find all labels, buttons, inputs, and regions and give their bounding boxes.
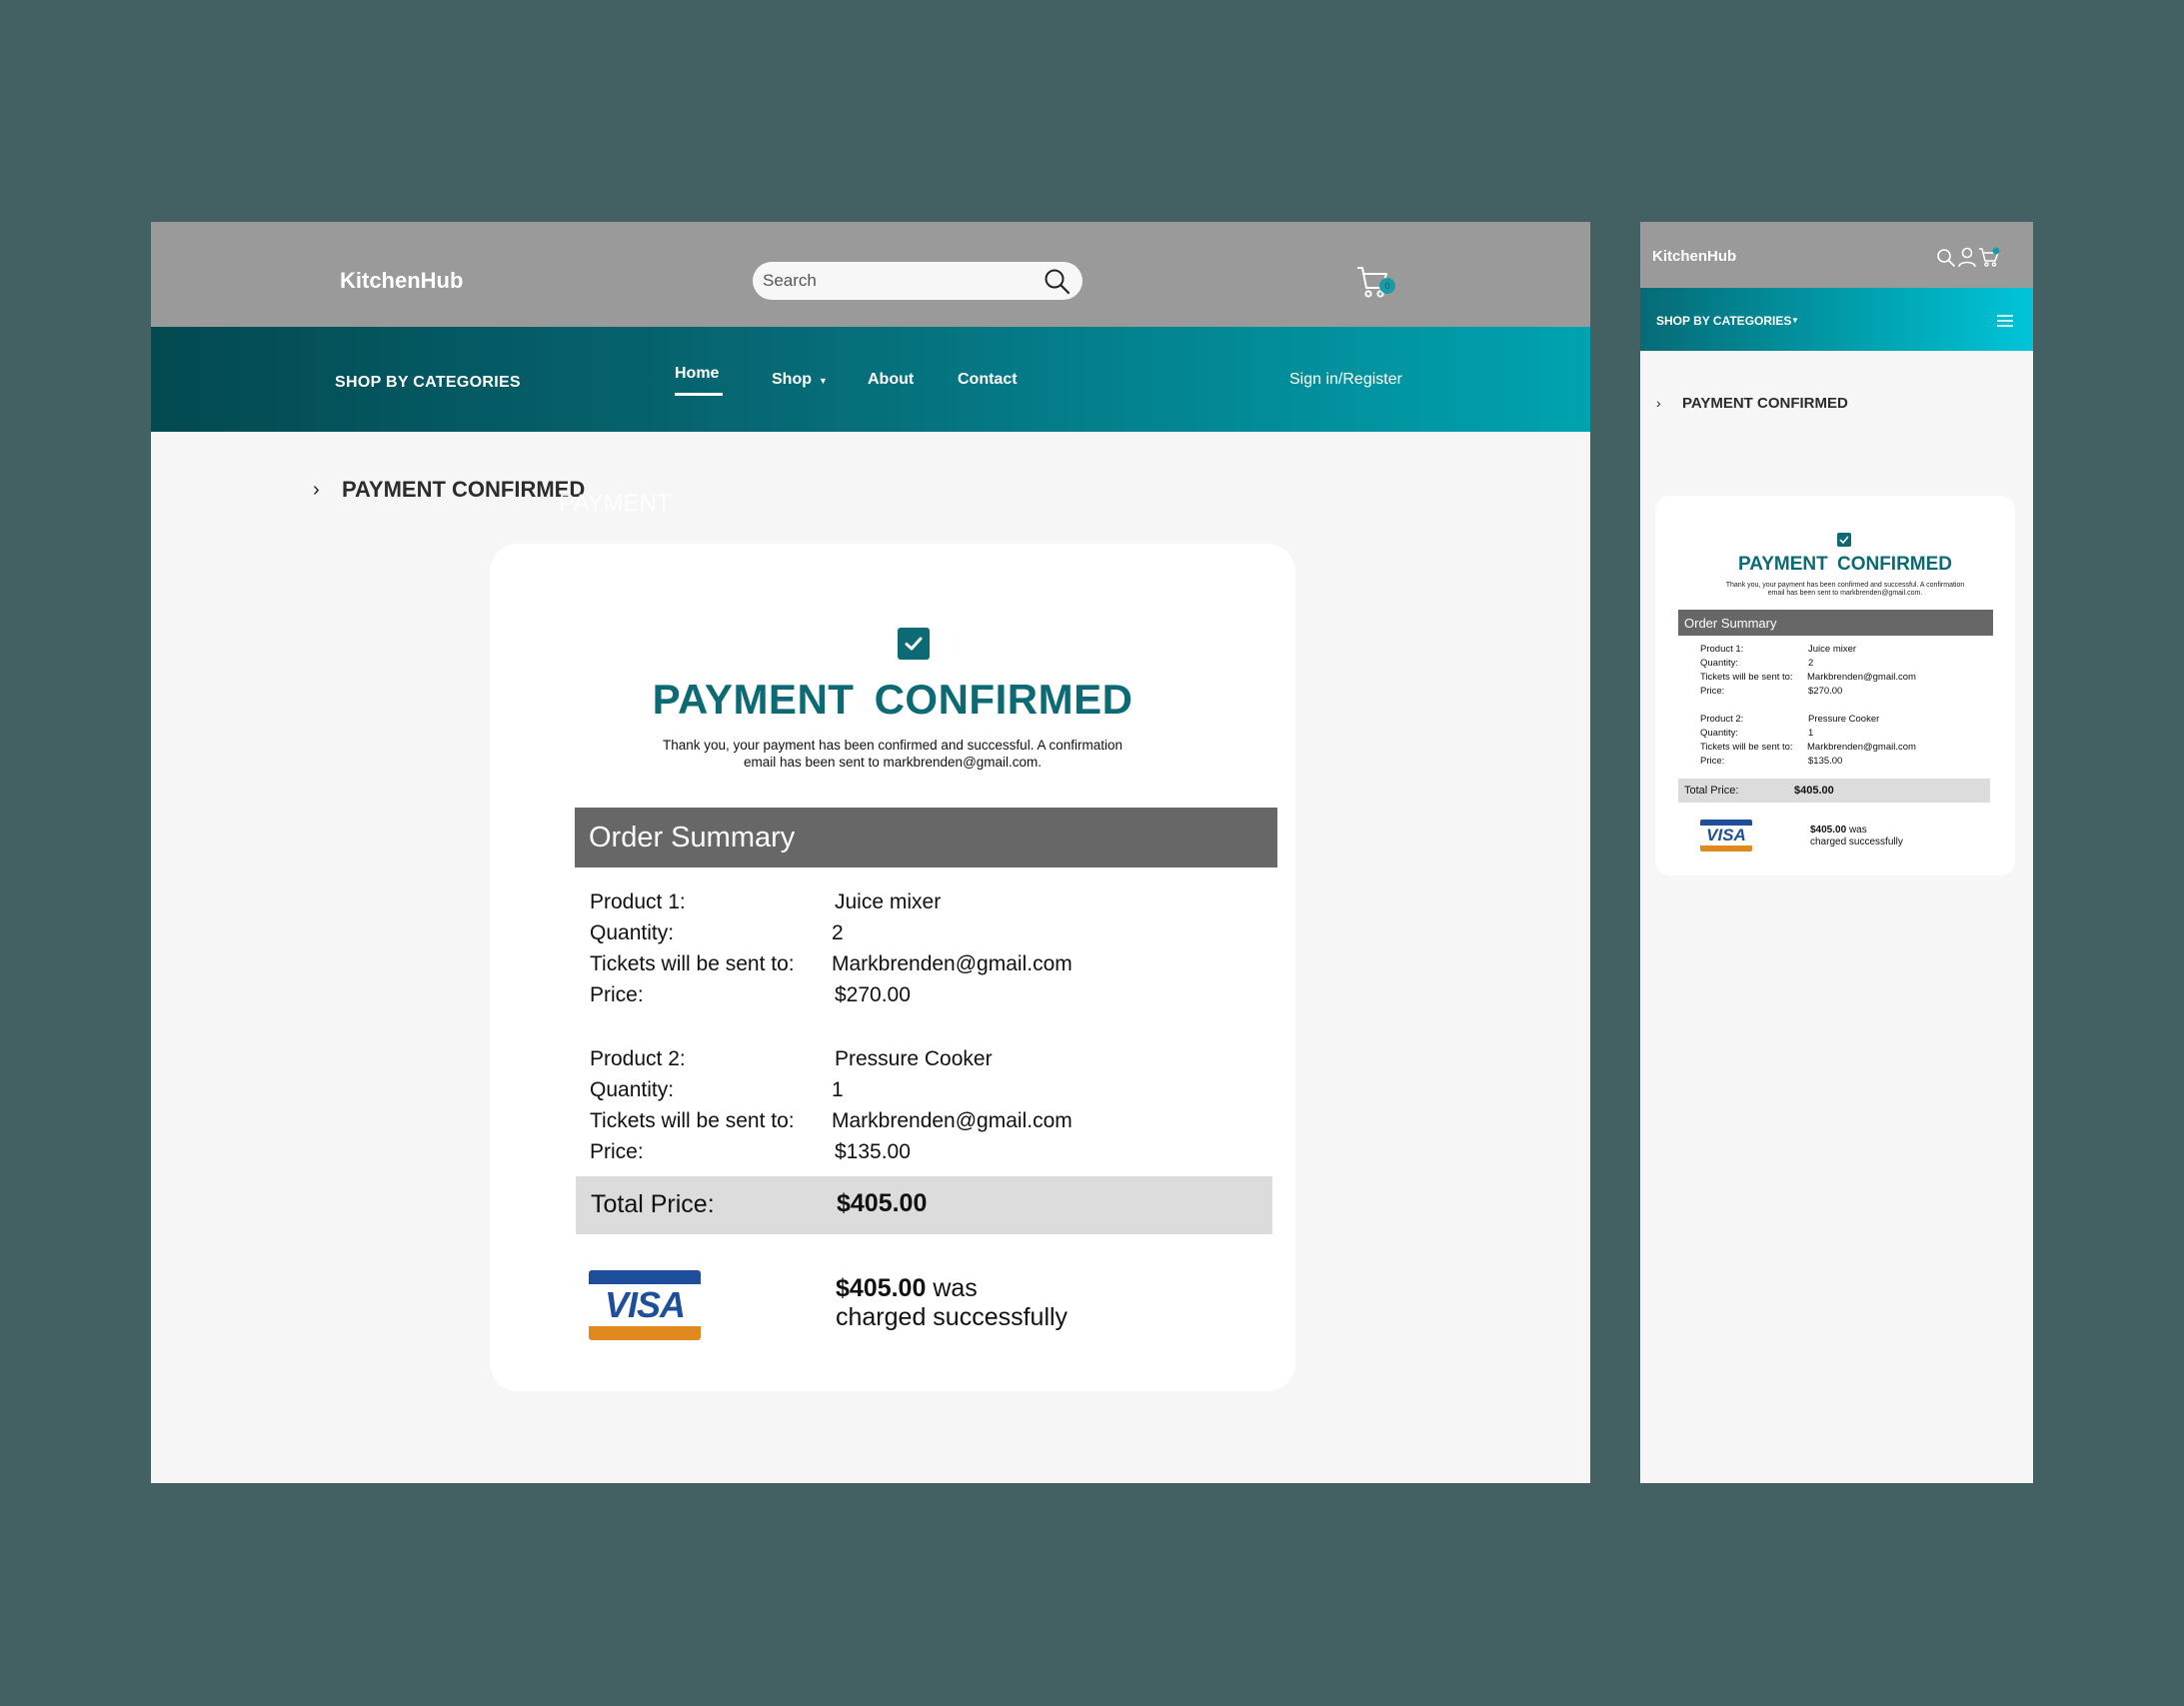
total-price-row: Total Price: $405.00 — [576, 1176, 1272, 1234]
tickets1-label: Tickets will be sent to: — [590, 952, 795, 975]
price2-label: Price: — [590, 1140, 644, 1163]
mobile-top-header: KitchenHub — [1640, 222, 2033, 288]
desktop-frame: KitchenHub 0 SHOP BY CATEGORIES Home Sho… — [151, 222, 1590, 1483]
search-icon[interactable] — [1043, 267, 1071, 295]
product1-label: Product 1: — [590, 890, 686, 913]
mobile-confirmation-message: Thank you, your payment has been confirm… — [1725, 582, 1965, 597]
mobile-order-summary-title: Order Summary — [1684, 616, 1777, 631]
caret-down-icon[interactable]: ▼ — [1791, 316, 1799, 325]
search-input[interactable] — [763, 262, 1023, 300]
m-product2-value: Pressure Cooker — [1808, 714, 1880, 725]
m-total-value: $405.00 — [1794, 785, 1834, 797]
shop-by-categories[interactable]: SHOP BY CATEGORIES — [335, 374, 521, 392]
check-icon — [1837, 533, 1851, 547]
price2-value: $135.00 — [835, 1140, 911, 1163]
cart-button[interactable]: 0 — [1355, 264, 1395, 302]
user-icon[interactable] — [1956, 246, 1978, 268]
quantity2-value: 1 — [832, 1078, 844, 1101]
product1-value: Juice mixer — [835, 890, 942, 913]
nav-home[interactable]: Home — [675, 365, 719, 383]
top-header: KitchenHub 0 — [151, 222, 1590, 327]
total-value: $405.00 — [837, 1189, 928, 1217]
m-tickets1-value: Markbrenden@gmail.com — [1807, 672, 1916, 683]
mobile-total-price-row: Total Price: $405.00 — [1678, 779, 1990, 803]
charged-rest: charged successfully — [836, 1303, 1069, 1331]
m-price1-label: Price: — [1700, 686, 1725, 697]
m-charged-rest: charged successfully — [1810, 837, 1903, 848]
search-icon[interactable] — [1935, 246, 1957, 268]
charged-message: $405.00 was charged successfully — [836, 1274, 1068, 1332]
m-tickets2-label: Tickets will be sent to: — [1700, 742, 1793, 753]
mobile-confirmation-title: PAYMENT CONFIRMED — [1737, 554, 1953, 575]
m-price1-value: $270.00 — [1808, 686, 1843, 697]
m-total-label: Total Price: — [1684, 785, 1739, 797]
mobile-frame: KitchenHub SHOP BY CATEGORIES ▼ › PAYMEN… — [1640, 222, 2033, 1483]
m-price2-label: Price: — [1700, 756, 1725, 767]
m-quantity1-value: 2 — [1808, 658, 1814, 669]
ghost-text: PAYMENT — [559, 490, 672, 517]
tickets2-value: Markbrenden@gmail.com — [832, 1109, 1073, 1132]
m-visa-wordmark: VISA — [1706, 826, 1746, 845]
charged-was: was — [933, 1274, 978, 1302]
mobile-charged-message: $405.00 was charged successfully — [1810, 825, 1903, 849]
m-charged-was: was — [1848, 825, 1867, 836]
mobile-brand-logo[interactable]: KitchenHub — [1652, 248, 1736, 265]
mobile-shop-by-categories[interactable]: SHOP BY CATEGORIES — [1656, 314, 1791, 328]
menu-icon[interactable] — [1996, 313, 2014, 329]
m-charged-amount: $405.00 — [1810, 825, 1847, 836]
search-bar[interactable] — [753, 262, 1083, 300]
m-quantity1-label: Quantity: — [1700, 658, 1739, 669]
main-nav: SHOP BY CATEGORIES Home Shop ▼ About Con… — [151, 327, 1590, 432]
quantity1-value: 2 — [832, 921, 844, 944]
active-indicator — [675, 393, 723, 396]
m-price2-value: $135.00 — [1808, 756, 1843, 767]
brand-logo[interactable]: KitchenHub — [340, 268, 463, 294]
visa-logo: VISA — [1700, 820, 1752, 852]
m-product2-label: Product 2: — [1700, 714, 1744, 725]
check-icon — [898, 628, 930, 660]
order-summary-header: Order Summary — [575, 808, 1277, 867]
chevron-right-icon[interactable]: › — [1656, 395, 1661, 411]
nav-about[interactable]: About — [868, 371, 914, 389]
product2-label: Product 2: — [590, 1047, 686, 1070]
chevron-right-icon[interactable]: › — [313, 479, 320, 502]
payment-card: PAYMENT CONFIRMED Thank you, your paymen… — [490, 544, 1295, 1391]
m-quantity2-label: Quantity: — [1700, 728, 1739, 739]
price1-label: Price: — [590, 983, 644, 1006]
m-product1-label: Product 1: — [1700, 644, 1744, 655]
breadcrumb-label: PAYMENT CONFIRMED — [342, 477, 586, 502]
visa-logo: VISA — [589, 1270, 701, 1340]
caret-down-icon[interactable]: ▼ — [819, 376, 828, 386]
cart-icon[interactable] — [1978, 246, 2000, 268]
m-quantity2-value: 1 — [1808, 728, 1814, 739]
mobile-breadcrumb-label: PAYMENT CONFIRMED — [1682, 395, 1848, 412]
order-summary-title: Order Summary — [589, 822, 796, 853]
cart-badge: 0 — [1379, 278, 1395, 294]
mobile-order-summary-header: Order Summary — [1678, 610, 1993, 636]
nav-contact[interactable]: Contact — [958, 371, 1018, 389]
charged-amount: $405.00 — [836, 1274, 927, 1302]
product2-value: Pressure Cooker — [835, 1047, 993, 1070]
tickets1-value: Markbrenden@gmail.com — [832, 952, 1073, 975]
tickets2-label: Tickets will be sent to: — [590, 1109, 795, 1132]
m-product1-value: Juice mixer — [1808, 644, 1857, 655]
quantity2-label: Quantity: — [590, 1078, 675, 1101]
quantity1-label: Quantity: — [590, 921, 675, 944]
confirmation-message: Thank you, your payment has been confirm… — [662, 738, 1122, 770]
signin-register-link[interactable]: Sign in/Register — [1289, 371, 1402, 389]
visa-wordmark: VISA — [604, 1284, 686, 1325]
m-tickets2-value: Markbrenden@gmail.com — [1807, 742, 1916, 753]
price1-value: $270.00 — [835, 983, 911, 1006]
total-label: Total Price: — [591, 1190, 715, 1218]
m-tickets1-label: Tickets will be sent to: — [1700, 672, 1793, 683]
mobile-nav: SHOP BY CATEGORIES ▼ — [1640, 288, 2033, 351]
confirmation-title: PAYMENT CONFIRMED — [652, 676, 1133, 723]
nav-shop[interactable]: Shop — [772, 371, 812, 389]
